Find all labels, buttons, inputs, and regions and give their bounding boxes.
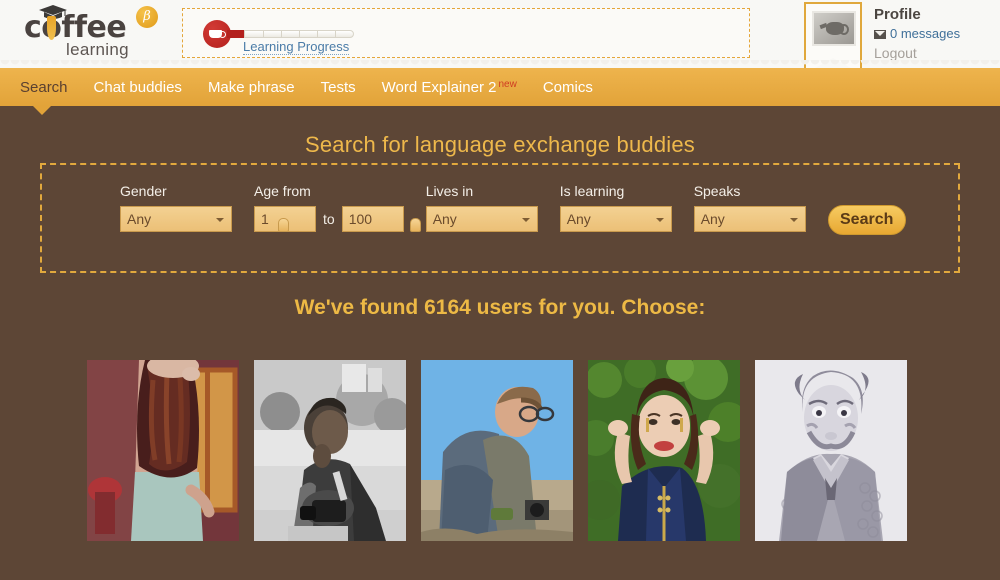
scalloped-edge-divider	[0, 60, 1000, 70]
results-heading: We've found 6164 users for you. Choose:	[294, 296, 706, 319]
search-filter-panel: Gender Any Age from 1 to 100 Lives in An…	[40, 163, 960, 273]
nav-item-search[interactable]: Search	[18, 77, 70, 98]
age-from-value: 1	[261, 211, 269, 227]
chevron-down-icon	[216, 218, 224, 222]
thermometer-tube	[244, 30, 354, 38]
beta-badge: β	[136, 6, 158, 28]
speaks-label: Speaks	[693, 183, 741, 199]
nav-item-tests[interactable]: Tests	[319, 77, 358, 98]
age-slider-handle-min[interactable]	[278, 218, 289, 232]
logout-link[interactable]: Logout	[874, 45, 917, 61]
new-badge: new	[498, 78, 517, 90]
is-learning-label: Is learning	[559, 183, 625, 199]
age-to-word: to	[323, 211, 335, 227]
chevron-down-icon	[789, 218, 798, 222]
messages-link[interactable]: 0 messages	[874, 26, 960, 41]
main-content: Search for language exchange buddies Gen…	[0, 106, 1000, 580]
is-learning-select[interactable]: Any	[559, 206, 672, 232]
main-navigation: Search Chat buddies Make phrase Tests Wo…	[0, 68, 1000, 115]
page-title: Search for language exchange buddies	[304, 132, 696, 157]
is-learning-value: Any	[566, 211, 591, 227]
search-button[interactable]: Search	[827, 205, 906, 235]
thermometer-stem	[227, 30, 245, 38]
learning-progress-panel[interactable]: Learning Progress	[182, 8, 750, 58]
profile-link[interactable]: Profile	[874, 6, 921, 23]
filter-gender: Gender Any	[120, 183, 232, 232]
lives-in-select[interactable]: Any	[425, 206, 538, 232]
learning-progress-link[interactable]: Learning Progress	[243, 39, 350, 55]
filter-age: Age from 1 to 100	[254, 183, 421, 232]
site-header: coffee learning β Learning Progress Prof…	[0, 0, 1000, 74]
speaks-select[interactable]: Any	[693, 206, 806, 232]
nav-item-comics[interactable]: Comics	[541, 77, 595, 98]
user-photo-card[interactable]	[755, 360, 907, 541]
age-to-value: 100	[348, 211, 373, 227]
filter-fields: Gender Any Age from 1 to 100 Lives in An…	[120, 183, 906, 235]
profile-block: Profile 0 messages Logout	[804, 0, 982, 74]
nav-label: Tests	[320, 78, 356, 96]
user-photo-card[interactable]	[421, 360, 573, 541]
nav-list: Search Chat buddies Make phrase Tests Wo…	[18, 68, 595, 106]
nav-item-make-phrase[interactable]: Make phrase	[206, 77, 297, 98]
gender-value: Any	[127, 211, 152, 227]
messages-count-label: 0 messages	[890, 26, 961, 41]
teapot-photo-icon	[812, 11, 856, 46]
gender-label: Gender	[120, 183, 167, 199]
nav-item-word-explainer[interactable]: Word Explainer 2 new	[380, 77, 519, 98]
filter-is-learning: Is learning Any	[559, 183, 672, 232]
chevron-down-icon	[655, 218, 664, 222]
site-logo[interactable]: coffee learning β	[18, 4, 178, 64]
lives-in-label: Lives in	[425, 183, 474, 199]
pencil-icon	[47, 16, 56, 40]
age-slider-handle-max[interactable]	[410, 218, 421, 232]
active-nav-pointer	[33, 106, 51, 115]
envelope-icon	[874, 30, 886, 39]
filter-speaks: Speaks Any	[693, 183, 806, 232]
chevron-down-icon	[521, 218, 530, 222]
age-label: Age from	[254, 183, 311, 199]
logo-subtext: learning	[66, 40, 129, 59]
nav-item-chat-buddies[interactable]: Chat buddies	[92, 77, 184, 98]
nav-label: Comics	[542, 78, 593, 96]
user-photo-card[interactable]	[588, 360, 740, 541]
age-to-input[interactable]: 100	[341, 206, 404, 232]
nav-label: Make phrase	[207, 78, 295, 96]
lives-in-value: Any	[432, 211, 457, 227]
speaks-value: Any	[700, 211, 725, 227]
gender-select[interactable]: Any	[120, 206, 232, 232]
user-photo-card[interactable]	[254, 360, 406, 541]
nav-label: Search	[20, 78, 68, 96]
user-photo-grid	[87, 360, 907, 541]
nav-label: Chat buddies	[93, 78, 182, 96]
filter-lives-in: Lives in Any	[425, 183, 538, 232]
nav-label: Word Explainer 2	[381, 78, 497, 96]
user-photo-card[interactable]	[87, 360, 239, 541]
